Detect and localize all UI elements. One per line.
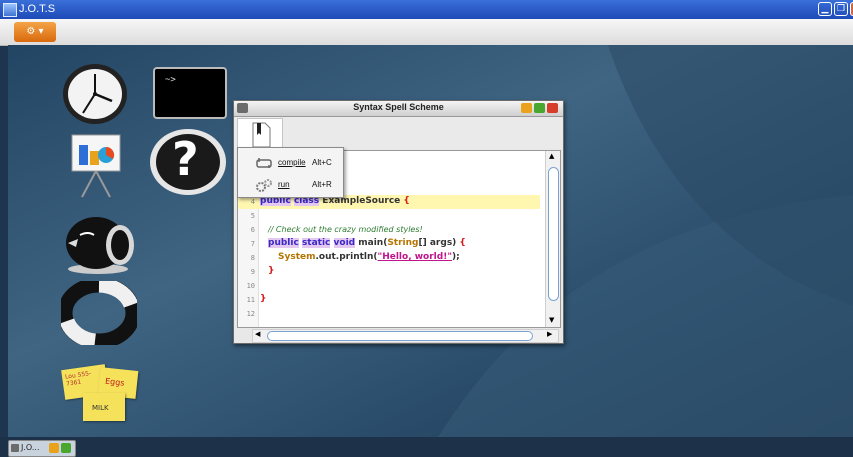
minimize-button[interactable]: ▁ [818, 2, 832, 16]
horizontal-scroll-thumb[interactable] [267, 331, 533, 341]
code-line: 6 // Check out the crazy modified styles… [250, 225, 423, 234]
presentation-icon[interactable] [66, 131, 126, 204]
task-maximize-button[interactable] [61, 443, 71, 453]
code-comment: // Check out the crazy modified styles! [268, 225, 423, 234]
horizontal-scrollbar[interactable]: ◀ ▶ [252, 329, 559, 343]
code-line: 10 [246, 282, 255, 290]
lifebuoy-icon[interactable] [57, 277, 141, 349]
code-line: 11 } [246, 294, 267, 304]
internal-window-title-bar[interactable]: Syntax Spell Scheme [234, 101, 563, 117]
clock-icon[interactable] [60, 61, 130, 130]
help-icon[interactable]: ? [148, 127, 228, 200]
app-icon [3, 3, 17, 17]
java-menu-button[interactable]: ⚙ ▾ [14, 22, 56, 42]
document-popup-menu: compile Alt+C run Alt+R [237, 147, 344, 198]
code-line: 12 [246, 310, 255, 318]
scroll-left-icon[interactable]: ◀ [255, 330, 260, 338]
maximize-internal-button[interactable] [534, 103, 545, 113]
code-line: 9 } [250, 266, 275, 276]
gears-icon [256, 179, 272, 192]
internal-window-title: Syntax Spell Scheme [353, 102, 444, 112]
compile-icon [256, 158, 272, 168]
maximize-button[interactable]: ❐ [834, 2, 848, 16]
code-line: 8 System.out.println("Hello, world!"); [250, 252, 460, 262]
scroll-right-icon[interactable]: ▶ [547, 330, 552, 338]
app-title-bar: J.O.T.S ▁ ❐ [0, 0, 853, 19]
menu-item-run[interactable]: run Alt+R [238, 174, 343, 196]
editor-toolbar [234, 117, 563, 152]
code-line: 5 [250, 212, 255, 220]
iconify-button[interactable] [521, 103, 532, 113]
sticky-note-milk: MILK [83, 393, 125, 421]
task-iconify-button[interactable] [49, 443, 59, 453]
code-line-text: } [260, 294, 267, 304]
taskbar-window-item[interactable]: J.O... [8, 440, 76, 457]
window-menu-icon [11, 444, 19, 452]
vertical-scroll-thumb[interactable] [548, 167, 559, 301]
code-line-text: System.out.println("Hello, world!"); [278, 252, 460, 262]
menu-item-compile[interactable]: compile Alt+C [238, 152, 343, 174]
vertical-scrollbar[interactable]: ▲ ▼ [545, 151, 560, 327]
terminal-icon[interactable]: ~> [153, 67, 227, 122]
sticky-notes-icon[interactable]: Lou 555-7361 Eggs MILK [61, 363, 143, 427]
code-line-text: } [268, 266, 275, 276]
terminal-prompt: ~> [165, 75, 176, 85]
chat-bird-icon[interactable] [58, 213, 144, 278]
menu-bar: ⚙ ▾ [0, 19, 853, 46]
scroll-down-icon[interactable]: ▼ [549, 316, 554, 324]
code-line-text: public static void main(String[] args) { [268, 238, 466, 248]
syntax-spell-scheme-window: Syntax Spell Scheme 4 public class Examp… [233, 100, 564, 344]
app-title: J.O.T.S [19, 3, 56, 15]
scroll-up-icon[interactable]: ▲ [549, 152, 554, 160]
help-symbol: ? [172, 132, 199, 186]
code-line: 7 public static void main(String[] args)… [250, 238, 466, 248]
close-internal-button[interactable] [547, 103, 558, 113]
taskbar: J.O... [0, 437, 853, 457]
